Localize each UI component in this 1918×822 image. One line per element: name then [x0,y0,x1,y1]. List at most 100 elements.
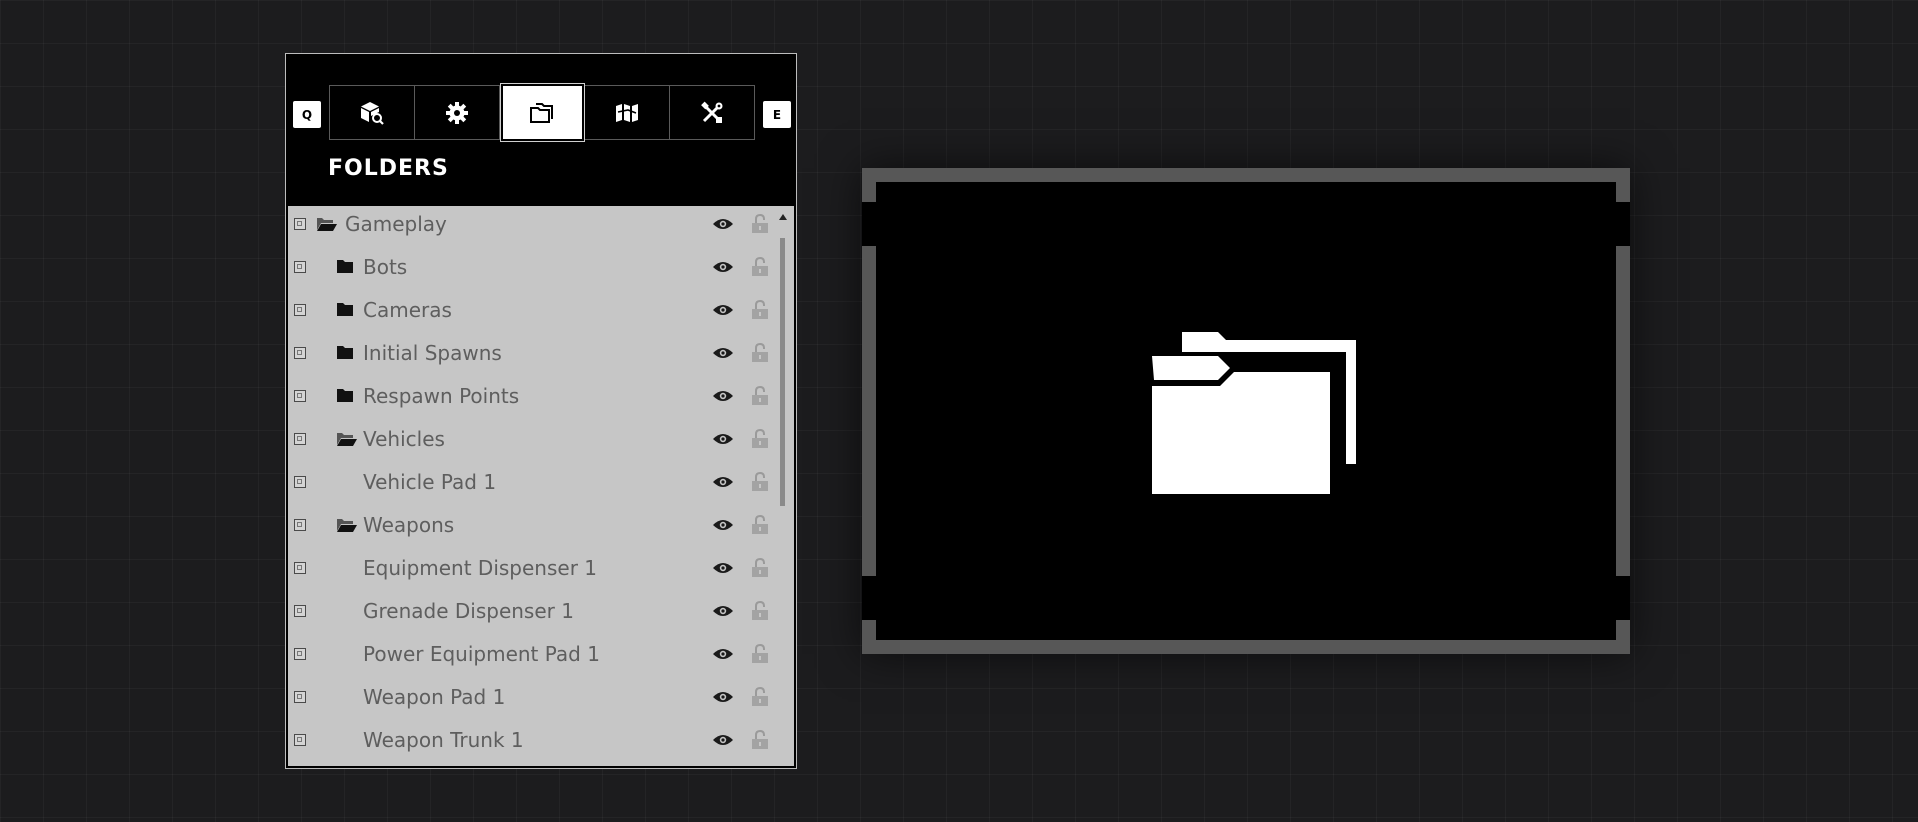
visibility-eye-icon[interactable] [712,475,734,489]
tree-row[interactable]: Weapon Pad 1 [288,675,774,718]
tree-item-label: Respawn Points [363,383,520,408]
tree-row[interactable]: Respawn Points [288,374,774,417]
tree-row[interactable]: Vehicles [288,417,774,460]
tree-row[interactable]: Weapons [288,503,774,546]
lock-icon[interactable] [751,557,769,578]
select-checkbox[interactable] [294,303,306,316]
visibility-eye-icon[interactable] [712,561,734,575]
visibility-eye-icon[interactable] [712,518,734,532]
tree-row[interactable]: Cameras [288,288,774,331]
frame-top [862,168,1630,182]
folders-panel: Q E FOLDERS Gameplay Bots Cameras Initia… [285,53,797,769]
select-checkbox[interactable] [294,260,306,273]
tree-row[interactable]: Grenade Dispenser 1 [288,589,774,632]
tree-item-label: Vehicle Pad 1 [363,469,497,494]
select-checkbox[interactable] [294,690,306,703]
folder-closed-icon[interactable] [336,259,358,275]
tree-row[interactable]: Weapon Trunk 1 [288,718,774,761]
folder-icon [530,102,554,123]
tools-icon [701,101,723,123]
select-checkbox[interactable] [294,432,306,445]
lock-icon[interactable] [751,514,769,535]
frame-left [862,246,876,576]
panel-tab-bar [329,83,755,142]
tree-item-label: Equipment Dispenser 1 [363,555,598,580]
visibility-eye-icon[interactable] [712,647,734,661]
tree-item-label: Bots [363,254,408,279]
lock-icon[interactable] [751,600,769,621]
folder-open-icon[interactable] [336,431,358,447]
tab-object-browser[interactable] [330,86,415,139]
select-checkbox[interactable] [294,561,306,574]
select-checkbox[interactable] [294,518,306,531]
visibility-eye-icon[interactable] [712,389,734,403]
folder-closed-icon[interactable] [336,388,358,404]
tab-folders[interactable] [499,83,586,142]
select-checkbox[interactable] [294,647,306,660]
folder-open-icon[interactable] [316,216,338,232]
map-icon [616,103,639,122]
lock-icon[interactable] [751,643,769,664]
lock-icon[interactable] [751,256,769,277]
tree-row[interactable]: Gameplay [288,206,774,245]
lock-icon[interactable] [751,428,769,449]
tree-item-label: Power Equipment Pad 1 [363,641,600,666]
tree-row[interactable]: Initial Spawns [288,331,774,374]
tree-row[interactable]: Equipment Dispenser 1 [288,546,774,589]
tree-item-label: Gameplay [345,211,447,236]
settings-icon [445,101,468,124]
visibility-eye-icon[interactable] [712,690,734,704]
tab-map[interactable] [585,86,671,139]
lock-icon[interactable] [751,342,769,363]
frame-right [1616,246,1630,576]
visibility-eye-icon[interactable] [712,432,734,446]
key-hint-q: Q [293,101,321,128]
visibility-eye-icon[interactable] [712,217,734,231]
large-folder-icon [1152,332,1356,494]
lock-icon[interactable] [751,471,769,492]
lock-icon[interactable] [751,213,769,234]
tree-row[interactable]: Bots [288,245,774,288]
frame-right [1616,168,1630,202]
tree-item-label: Initial Spawns [363,340,502,365]
frame-right [1616,620,1630,654]
frame-left [862,168,876,202]
folder-closed-icon[interactable] [336,302,358,318]
scroll-up-arrow-icon[interactable] [779,214,787,220]
tree-row[interactable]: Power Equipment Pad 1 [288,632,774,675]
visibility-eye-icon[interactable] [712,260,734,274]
tree-item-label: Grenade Dispenser 1 [363,598,574,623]
visibility-eye-icon[interactable] [712,303,734,317]
scroll-thumb[interactable] [780,238,785,506]
tab-settings[interactable] [415,86,500,139]
select-checkbox[interactable] [294,389,306,402]
tab-tools[interactable] [670,86,754,139]
lock-icon[interactable] [751,729,769,750]
tree-item-label: Vehicles [363,426,445,451]
select-checkbox[interactable] [294,733,306,746]
select-checkbox[interactable] [294,475,306,488]
select-checkbox[interactable] [294,346,306,359]
folder-tree: Gameplay Bots Cameras Initial Spawns Respawn… [288,206,794,766]
select-checkbox[interactable] [294,604,306,617]
object-browser-icon [360,101,384,125]
folder-closed-icon[interactable] [336,345,358,361]
lock-icon[interactable] [751,385,769,406]
tree-scrollbar[interactable] [778,214,790,759]
key-hint-e: E [763,101,791,128]
select-checkbox[interactable] [294,217,306,230]
visibility-eye-icon[interactable] [712,346,734,360]
tree-item-label: Weapons [363,512,455,537]
lock-icon[interactable] [751,299,769,320]
tree-item-label: Weapon Trunk 1 [363,727,524,752]
visibility-eye-icon[interactable] [712,733,734,747]
folder-preview [862,168,1630,654]
frame-left [862,620,876,654]
frame-bottom [862,640,1630,654]
folder-open-icon[interactable] [336,517,358,533]
visibility-eye-icon[interactable] [712,604,734,618]
panel-title: FOLDERS [328,156,449,181]
lock-icon[interactable] [751,686,769,707]
tree-row[interactable]: Vehicle Pad 1 [288,460,774,503]
tree-item-label: Weapon Pad 1 [363,684,506,709]
